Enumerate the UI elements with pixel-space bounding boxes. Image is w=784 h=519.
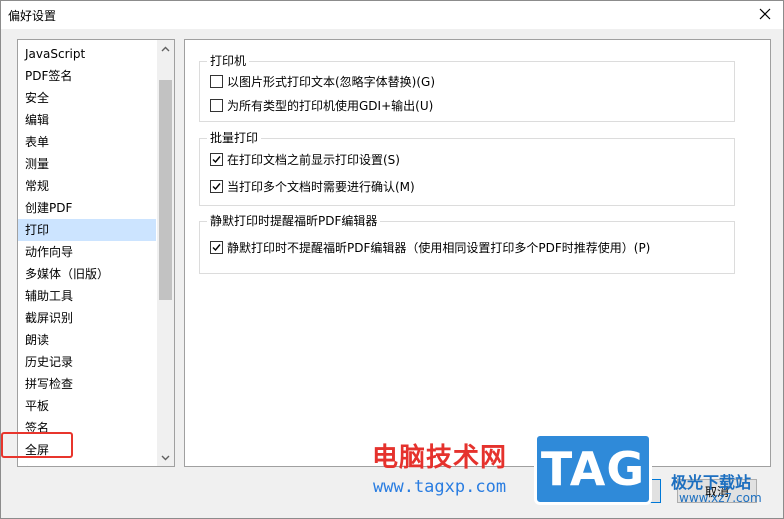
category-item[interactable]: 编辑 [18,109,156,131]
option-gdi-output[interactable]: 为所有类型的打印机使用GDI+输出(U) [210,96,433,114]
category-item[interactable]: 打印 [18,219,156,241]
title-bar: 偏好设置 [1,1,783,29]
preferences-dialog: 偏好设置 JavaScript PDF签名 安全 编辑 表单 测量 常规 创建PDF 打印 动作向… [0,0,784,519]
chevron-down-icon [161,455,170,460]
category-scrollbar[interactable] [157,40,174,466]
option-confirm-multiple[interactable]: 当打印多个文档时需要进行确认(M) [210,177,415,195]
category-item[interactable]: 多媒体（旧版） [18,263,156,285]
category-item[interactable]: 创建PDF [18,197,156,219]
scroll-thumb[interactable] [159,80,172,300]
printer-group: 打印机 以图片形式打印文本(忽略字体替换)(G) 为所有类型的打印机使用GDI+… [199,53,735,122]
checkbox[interactable] [210,152,223,166]
dialog-title: 偏好设置 [8,9,57,23]
category-item[interactable]: 表单 [18,131,156,153]
printer-group-title: 打印机 [207,53,250,69]
scroll-up-button[interactable] [157,40,174,57]
silent-print-group-title: 静默打印时提醒福昕PDF编辑器 [207,213,381,229]
category-item[interactable]: 常规 [18,175,156,197]
watermark-logo-text: 极光下载站 [671,473,752,492]
option-label: 以图片形式打印文本(忽略字体替换)(G) [227,74,436,89]
category-item[interactable]: 辅助工具 [18,285,156,307]
checkmark-icon [212,182,221,190]
close-icon [759,8,771,20]
watermark-site-name: 电脑技术网 [372,443,508,473]
category-item[interactable]: 拼写检查 [18,373,156,395]
batch-print-group-title: 批量打印 [207,130,262,146]
option-label: 为所有类型的打印机使用GDI+输出(U) [227,98,434,113]
chevron-up-icon [161,46,170,51]
option-show-print-settings[interactable]: 在打印文档之前显示打印设置(S) [210,150,400,168]
option-silent-no-remind[interactable]: 静默打印时不提醒福昕PDF编辑器（使用相同设置打印多个PDF时推荐使用）(P) [210,238,650,256]
silent-print-group: 静默打印时提醒福昕PDF编辑器 静默打印时不提醒福昕PDF编辑器（使用相同设置打… [199,213,735,274]
checkmark-icon [212,243,221,251]
option-label: 在打印文档之前显示打印设置(S) [227,152,400,167]
checkbox[interactable] [210,98,223,112]
category-item[interactable]: PDF签名 [18,65,156,87]
category-list[interactable]: JavaScript PDF签名 安全 编辑 表单 测量 常规 创建PDF 打印 动作向导 多媒体（… [17,39,175,467]
checkbox[interactable] [210,74,223,88]
category-item[interactable]: JavaScript [18,43,156,65]
category-item[interactable]: 动作向导 [18,241,156,263]
highlight-annotation [1,432,73,458]
close-button[interactable] [753,3,777,25]
option-label: 当打印多个文档时需要进行确认(M) [227,179,415,194]
print-settings-panel: 打印机 以图片形式打印文本(忽略字体替换)(G) 为所有类型的打印机使用GDI+… [184,39,771,467]
option-label: 静默打印时不提醒福昕PDF编辑器（使用相同设置打印多个PDF时推荐使用）(P) [227,240,651,255]
watermark-logo-url: www.xz7.com [679,491,762,505]
checkbox[interactable] [210,179,223,193]
checkbox[interactable] [210,240,223,254]
category-item[interactable]: 历史记录 [18,351,156,373]
batch-print-group: 批量打印 在打印文档之前显示打印设置(S) 当打印多个文档时需要进行确认(M) [199,130,735,206]
watermark-aurora-logo: 极光下载站 www.xz7.com [671,469,771,513]
category-item[interactable]: 视图显示 [18,461,156,466]
watermark-site-url: www.tagxp.com [373,477,507,497]
category-item[interactable]: 安全 [18,87,156,109]
category-item[interactable]: 测量 [18,153,156,175]
category-item[interactable]: 朗读 [18,329,156,351]
checkmark-icon [212,155,221,163]
scroll-down-button[interactable] [157,449,174,466]
watermark-tag-logo: TAG [534,433,652,505]
category-item[interactable]: 截屏识别 [18,307,156,329]
option-print-as-image[interactable]: 以图片形式打印文本(忽略字体替换)(G) [210,72,435,90]
category-item[interactable]: 平板 [18,395,156,417]
